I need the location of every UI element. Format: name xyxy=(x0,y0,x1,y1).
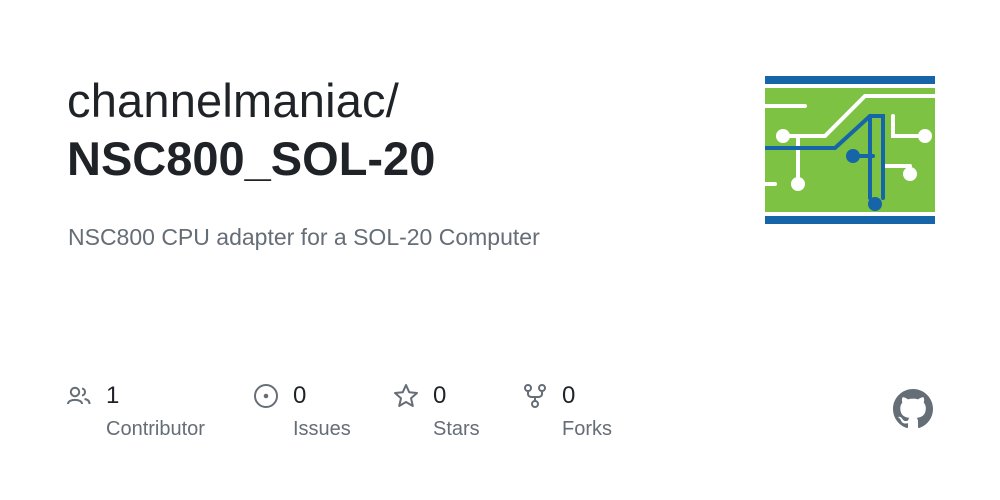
contributor-label: Contributor xyxy=(106,418,205,440)
repo-description: NSC800 CPU adapter for a SOL-20 Computer xyxy=(68,224,540,250)
repo-owner[interactable]: channelmaniac/ xyxy=(67,72,399,130)
fork-label: Forks xyxy=(562,418,612,440)
star-icon xyxy=(394,384,418,407)
issue-label: Issues xyxy=(293,418,351,440)
people-icon xyxy=(67,386,91,405)
star-count: 0 xyxy=(433,382,447,409)
stat-contributors[interactable]: 1 Contributor xyxy=(66,380,205,440)
github-icon[interactable] xyxy=(893,389,933,429)
fork-icon xyxy=(524,384,546,408)
issue-icon xyxy=(254,384,278,408)
repo-logo xyxy=(765,76,935,224)
repo-name[interactable]: NSC800_SOL-20 xyxy=(67,130,435,188)
stat-stars[interactable]: 0 Stars xyxy=(393,380,480,440)
stat-issues[interactable]: 0 Issues xyxy=(253,380,351,440)
star-label: Stars xyxy=(433,418,480,440)
issue-count: 0 xyxy=(293,382,307,409)
stat-forks[interactable]: 0 Forks xyxy=(522,380,612,440)
fork-count: 0 xyxy=(562,382,576,409)
contributor-count: 1 xyxy=(106,382,120,409)
